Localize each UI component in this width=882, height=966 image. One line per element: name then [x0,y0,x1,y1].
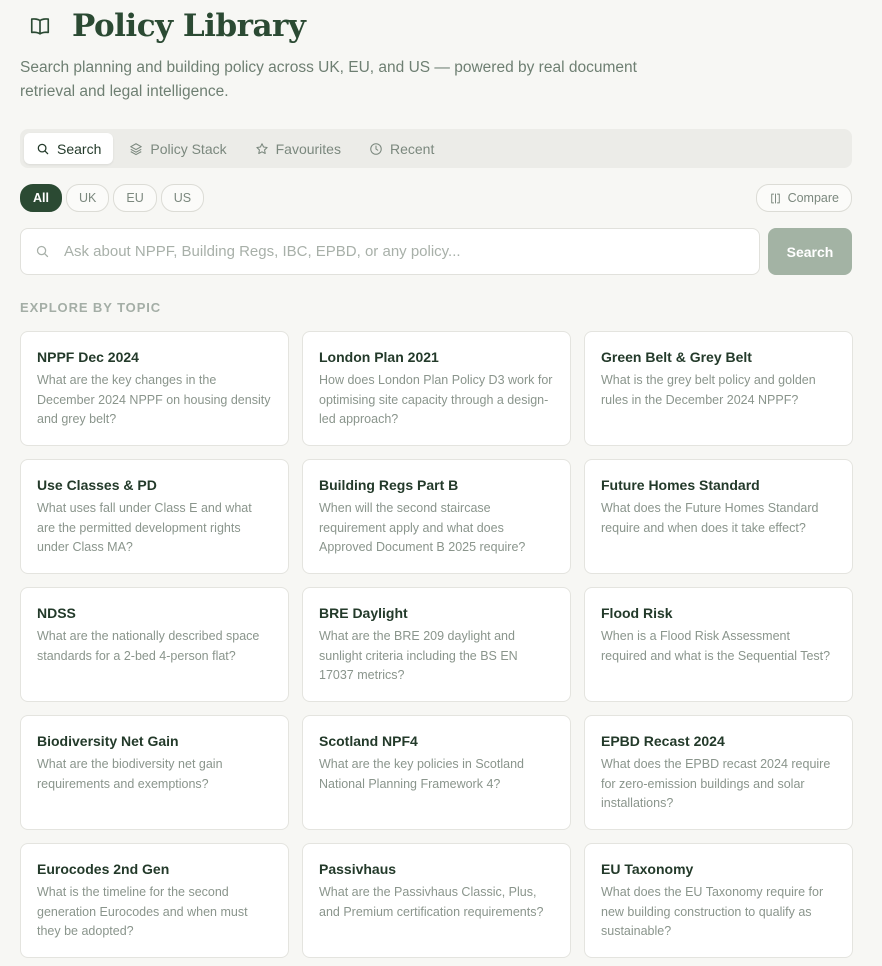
page-header: Policy Library [20,6,306,46]
topic-card[interactable]: Scotland NPF4 What are the key policies … [302,715,571,830]
tab-label: Recent [389,140,435,157]
compare-label: Compare [787,191,839,205]
topic-title: EPBD Recast 2024 [601,733,725,749]
topic-title: Use Classes & PD [37,477,157,493]
tab-favourites[interactable]: Favourites [243,133,353,164]
topic-question: What are the Passivhaus Classic, Plus, a… [319,885,544,919]
page-subtitle: Search planning and building policy acro… [20,59,637,100]
topic-title: Eurocodes 2nd Gen [37,861,170,877]
topic-title: London Plan 2021 [319,349,439,365]
topic-title: NDSS [37,605,76,621]
search-input[interactable] [62,242,706,261]
topic-title: Biodiversity Net Gain [37,733,179,749]
topic-title: NPPF Dec 2024 [37,349,139,365]
region-filters: All UK EU US [20,184,208,212]
topic-card[interactable]: Building Regs Part B When will the secon… [302,459,571,574]
topic-card[interactable]: Flood Risk When is a Flood Risk Assessme… [584,587,853,702]
book-icon [20,6,60,46]
filter-eu[interactable]: EU [113,184,157,212]
tab-policy-stack[interactable]: Policy Stack [117,133,238,164]
topic-card[interactable]: BRE Daylight What are the BRE 209 daylig… [302,587,571,702]
topic-card[interactable]: Future Homes Standard What does the Futu… [584,459,853,574]
clock-icon [370,142,382,155]
topic-question: What uses fall under Class E and what ar… [37,501,252,554]
filter-all[interactable]: All [20,184,62,212]
search-icon [36,245,49,258]
topic-title: Passivhaus [319,861,397,877]
topic-question: What are the BRE 209 daylight and sunlig… [319,629,518,682]
topic-card[interactable]: Use Classes & PD What uses fall under Cl… [20,459,289,574]
tab-recent[interactable]: Recent [357,133,446,164]
compare-button[interactable]: Compare [755,184,852,212]
topic-question: What are the biodiversity net gain requi… [37,757,223,791]
section-heading: EXPLORE BY TOPIC [20,300,162,315]
topic-title: Flood Risk [601,605,673,621]
topic-title: Building Regs Part B [319,477,459,493]
topic-title: BRE Daylight [319,605,408,621]
tab-label: Search [57,140,102,157]
tab-bar: Search Policy Stack Favourites Recent [20,129,852,168]
layers-icon [130,142,143,155]
topic-card[interactable]: Passivhaus What are the Passivhaus Class… [302,843,571,958]
tab-label: Favourites [275,140,341,157]
topic-question: What are the nationally described space … [37,629,260,663]
topic-card[interactable]: EU Taxonomy What does the EU Taxonomy re… [584,843,853,958]
topic-card[interactable]: EPBD Recast 2024 What does the EPBD reca… [584,715,853,830]
topic-question: When is a Flood Risk Assessment required… [601,629,831,663]
filter-us[interactable]: US [160,184,205,212]
topic-question: What are the key changes in the December… [37,373,271,426]
filter-uk[interactable]: UK [65,184,110,212]
search-icon [37,143,49,154]
topic-question: What is the timeline for the second gene… [37,885,248,938]
topic-title: Future Homes Standard [601,477,760,493]
topic-card[interactable]: Eurocodes 2nd Gen What is the timeline f… [20,843,289,958]
topic-title: EU Taxonomy [601,861,694,877]
topic-card[interactable]: London Plan 2021 How does London Plan Po… [302,331,571,446]
star-icon [255,142,268,154]
topic-question: What does the EPBD recast 2024 require f… [601,757,831,810]
tab-label: Policy Stack [150,140,227,157]
topic-card[interactable]: Biodiversity Net Gain What are the biodi… [20,715,289,830]
page-title: Policy Library [72,8,306,44]
topic-card[interactable]: Green Belt & Grey Belt What is the grey … [584,331,853,446]
tab-search[interactable]: Search [24,133,114,164]
topic-title: Green Belt & Grey Belt [601,349,752,365]
topic-question: What does the Future Homes Standard requ… [601,501,819,535]
topic-question: What does the EU Taxonomy require for ne… [601,885,824,938]
topic-question: How does London Plan Policy D3 work for … [319,373,553,426]
topic-question: When will the second staircase requireme… [319,501,526,554]
compare-icon [770,193,780,203]
topic-title: Scotland NPF4 [319,733,418,749]
topic-question: What are the key policies in Scotland Na… [319,757,524,791]
topic-card[interactable]: NDSS What are the nationally described s… [20,587,289,702]
topic-question: What is the grey belt policy and golden … [601,373,816,407]
topic-grid: NPPF Dec 2024 What are the key changes i… [20,331,853,958]
topic-card[interactable]: NPPF Dec 2024 What are the key changes i… [20,331,289,446]
search-button[interactable]: Search [768,228,852,275]
search-field [20,228,760,275]
